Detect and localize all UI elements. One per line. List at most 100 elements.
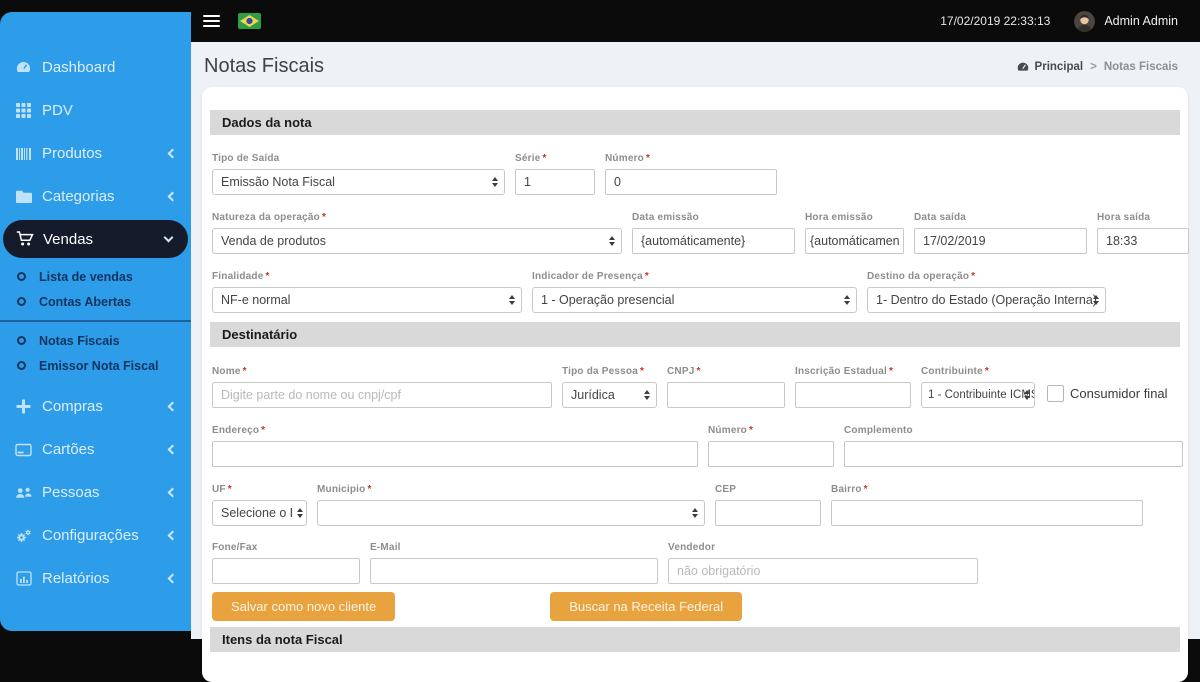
sidebar-item-pessoas[interactable]: Pessoas — [0, 471, 191, 514]
chevron-left-icon — [168, 402, 178, 412]
field-vendedor: Vendedor — [668, 542, 978, 584]
form-card: Dados da nota Tipo de Saída Emissão Nota… — [202, 87, 1188, 682]
field-label: Nome* — [212, 366, 552, 377]
field-municipio: Municipio* — [317, 484, 705, 526]
field-finalidade: Finalidade* NF-e normal — [212, 271, 522, 313]
cnpj-input[interactable] — [667, 382, 785, 408]
endereco-input[interactable] — [212, 441, 698, 467]
submenu-item-label: Contas Abertas — [39, 295, 131, 309]
form-row: Finalidade* NF-e normal Indicador de Pre… — [210, 271, 1180, 313]
sidebar-item-dashboard[interactable]: Dashboard — [0, 46, 191, 89]
numero-endereco-input[interactable] — [708, 441, 834, 467]
tachometer-icon — [14, 60, 33, 76]
field-label: E-Mail — [370, 542, 658, 553]
salvar-como-novo-cliente-button[interactable]: Salvar como novo cliente — [212, 592, 395, 621]
users-icon — [14, 485, 33, 501]
bairro-input[interactable] — [831, 500, 1143, 526]
field-label: Complemento — [844, 425, 1183, 436]
uf-select[interactable]: Selecione o Estado — [212, 500, 307, 526]
hora-emissao-input[interactable] — [805, 228, 904, 254]
user-name[interactable]: Admin Admin — [1104, 14, 1178, 28]
contribuinte-select[interactable]: 1 - Contribuinte ICMS — [921, 382, 1035, 408]
field-label: Destino da operação* — [867, 271, 1106, 282]
content-header: Notas Fiscais Principal > Notas Fiscais — [191, 42, 1200, 87]
form-row: Endereço* Número* Complemento — [210, 425, 1180, 467]
sidebar-item-label: Cartões — [42, 441, 95, 458]
field-email: E-Mail — [370, 542, 658, 584]
data-saida-input[interactable] — [914, 228, 1087, 254]
field-cnpj: CNPJ* — [667, 366, 785, 408]
plus-icon — [14, 399, 33, 415]
select-arrows-icon — [492, 177, 498, 187]
fone-fax-input[interactable] — [212, 558, 360, 584]
form-row: Tipo de Saída Emissão Nota Fiscal Série*… — [210, 153, 1180, 195]
field-label: Tipo de Saída — [212, 153, 505, 164]
finalidade-select[interactable]: NF-e normal — [212, 287, 522, 313]
sidebar-item-relatorios[interactable]: Relatórios — [0, 557, 191, 600]
natureza-operacao-select[interactable]: Venda de produtos — [212, 228, 622, 254]
cep-input[interactable] — [715, 500, 821, 526]
destino-operacao-select[interactable]: 1- Dentro do Estado (Operação Interna) — [867, 287, 1106, 313]
field-data-saida: Data saída — [914, 212, 1087, 254]
sidebar-item-label: Vendas — [43, 231, 93, 248]
serie-input[interactable] — [515, 169, 595, 195]
buscar-na-receita-federal-button[interactable]: Buscar na Receita Federal — [550, 592, 742, 621]
language-flag-button[interactable] — [238, 13, 261, 29]
field-label: UF* — [212, 484, 307, 495]
select-arrows-icon — [509, 295, 515, 305]
municipio-select[interactable] — [317, 500, 705, 526]
chevron-left-icon — [168, 488, 178, 498]
field-label: CNPJ* — [667, 366, 785, 377]
sidebar-item-vendas[interactable]: Vendas — [3, 220, 188, 258]
submenu-item-emissor-nota-fiscal[interactable]: Emissor Nota Fiscal — [0, 353, 191, 378]
select-arrows-icon — [844, 295, 850, 305]
section-header-dados-da-nota: Dados da nota — [210, 110, 1180, 135]
field-numero-endereco: Número* — [708, 425, 834, 467]
submenu-item-contas-abertas[interactable]: Contas Abertas — [0, 289, 191, 314]
vendedor-input[interactable] — [668, 558, 978, 584]
sidebar-item-categorias[interactable]: Categorias — [0, 175, 191, 218]
submenu-item-notas-fiscais[interactable]: Notas Fiscais — [0, 328, 191, 353]
submenu-item-lista-de-vendas[interactable]: Lista de vendas — [0, 264, 191, 289]
numero-input[interactable] — [605, 169, 777, 195]
email-input[interactable] — [370, 558, 658, 584]
chevron-left-icon — [168, 149, 178, 159]
complemento-input[interactable] — [844, 441, 1183, 467]
gears-icon — [14, 528, 33, 544]
nome-input[interactable] — [212, 382, 552, 408]
form-row: Nome* Tipo da Pessoa* Jurídica CNPJ* Ins… — [210, 366, 1180, 408]
consumidor-final-checkbox[interactable] — [1047, 385, 1064, 402]
select-arrows-icon — [692, 508, 698, 518]
inscricao-estadual-input[interactable] — [795, 382, 911, 408]
hora-saida-input[interactable] — [1097, 228, 1189, 254]
section-header-itens-partial: Itens da nota Fiscal — [210, 627, 1180, 652]
field-label: Vendedor — [668, 542, 978, 553]
tipo-da-pessoa-select[interactable]: Jurídica — [562, 382, 657, 408]
sidebar-item-compras[interactable]: Compras — [0, 385, 191, 428]
submenu-divider — [0, 320, 191, 322]
indicador-presenca-select[interactable]: 1 - Operação presencial — [532, 287, 857, 313]
field-tipo-de-saida: Tipo de Saída Emissão Nota Fiscal — [212, 153, 505, 195]
user-avatar[interactable] — [1074, 11, 1095, 32]
tipo-de-saida-select[interactable]: Emissão Nota Fiscal — [212, 169, 505, 195]
sidebar-item-configuracoes[interactable]: Configurações — [0, 514, 191, 557]
field-destino-operacao: Destino da operação* 1- Dentro do Estado… — [867, 271, 1106, 313]
field-numero: Número* — [605, 153, 777, 195]
data-emissao-input[interactable] — [632, 228, 795, 254]
select-arrows-icon — [644, 390, 650, 400]
field-nome: Nome* — [212, 366, 552, 408]
folder-icon — [14, 189, 33, 205]
sidebar-item-pdv[interactable]: PDV — [0, 89, 191, 132]
breadcrumb-home-link[interactable]: Principal — [1035, 61, 1084, 73]
field-serie: Série* — [515, 153, 595, 195]
field-label: Finalidade* — [212, 271, 522, 282]
sidebar-item-cartoes[interactable]: Cartões — [0, 428, 191, 471]
chevron-left-icon — [168, 531, 178, 541]
sidebar-item-produtos[interactable]: Produtos — [0, 132, 191, 175]
bar-chart-icon — [14, 571, 33, 587]
field-contribuinte: Contribuinte* 1 - Contribuinte ICMS — [921, 366, 1035, 408]
submenu-item-label: Lista de vendas — [39, 270, 133, 284]
field-label: Data saída — [914, 212, 1087, 223]
hamburger-menu-icon[interactable] — [203, 15, 220, 27]
field-indicador-presenca: Indicador de Presença* 1 - Operação pres… — [532, 271, 857, 313]
